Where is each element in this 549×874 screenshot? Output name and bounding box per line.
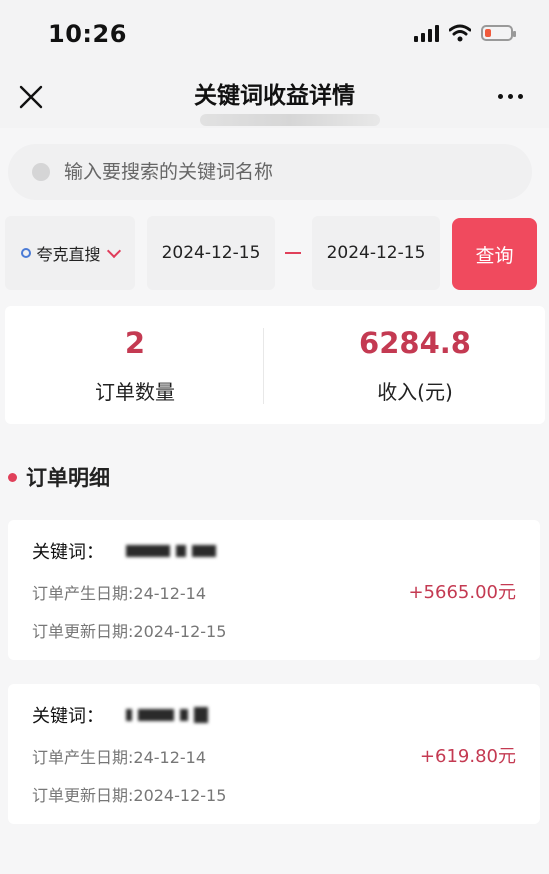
wifi-icon	[449, 24, 471, 42]
order-updated-date: 订单更新日期:2024-12-15	[32, 622, 227, 641]
filter-row: 夸克直搜 2024-12-15 2024-12-15 查询	[0, 216, 549, 292]
page-title: 关键词收益详情	[194, 83, 355, 109]
keyword-row: 关键词：	[32, 538, 216, 564]
search-icon	[32, 163, 50, 181]
platform-select[interactable]: 夸克直搜	[5, 216, 135, 290]
signal-icon	[414, 24, 439, 42]
keyword-label: 关键词：	[32, 706, 104, 727]
chevron-down-icon	[106, 243, 121, 259]
income-value: 6284.8	[359, 326, 471, 360]
order-count-label: 订单数量	[95, 380, 175, 404]
redacted-keyword	[126, 545, 216, 557]
stats-card: 2 订单数量 6284.8 收入(元)	[5, 306, 545, 424]
order-card[interactable]: 关键词： 订单产生日期:24-12-14 订单更新日期:2024-12-15 +…	[8, 684, 540, 824]
order-amount: +5665.00元	[408, 582, 516, 603]
redacted-keyword	[126, 707, 208, 723]
order-count-value: 2	[124, 326, 146, 360]
order-created-date: 订单产生日期:24-12-14	[32, 748, 207, 767]
keyword-label: 关键词：	[32, 542, 104, 563]
section-dot-icon	[8, 472, 17, 482]
end-date-picker[interactable]: 2024-12-15	[312, 216, 440, 290]
more-icon[interactable]	[498, 94, 523, 99]
query-button[interactable]: 查询	[452, 218, 537, 290]
date-range-separator	[285, 252, 301, 254]
section-header: 订单明细	[8, 462, 110, 492]
order-card[interactable]: 关键词： 订单产生日期:24-12-14 订单更新日期:2024-12-15 +…	[8, 520, 540, 660]
status-icons	[414, 24, 516, 42]
search-input[interactable]	[62, 160, 506, 184]
income-stat: 6284.8 收入(元)	[285, 306, 545, 424]
order-amount: +619.80元	[419, 746, 516, 767]
start-date-picker[interactable]: 2024-12-15	[147, 216, 275, 290]
quark-logo-icon	[21, 248, 32, 258]
status-bar: 10:26	[0, 0, 549, 68]
status-time: 10:26	[48, 20, 127, 48]
order-updated-date: 订单更新日期:2024-12-15	[32, 786, 227, 805]
keyword-row: 关键词：	[32, 702, 208, 728]
nav-bar: 关键词收益详情	[0, 68, 549, 128]
order-count-stat: 2 订单数量	[5, 306, 265, 424]
redacted-subtitle	[200, 114, 380, 126]
income-label: 收入(元)	[377, 380, 453, 404]
order-created-date: 订单产生日期:24-12-14	[32, 584, 207, 603]
stats-divider	[263, 328, 264, 404]
battery-icon	[481, 25, 516, 41]
search-bar	[8, 144, 532, 200]
platform-label: 夸克直搜	[36, 245, 101, 264]
section-title: 订单明细	[26, 466, 110, 490]
